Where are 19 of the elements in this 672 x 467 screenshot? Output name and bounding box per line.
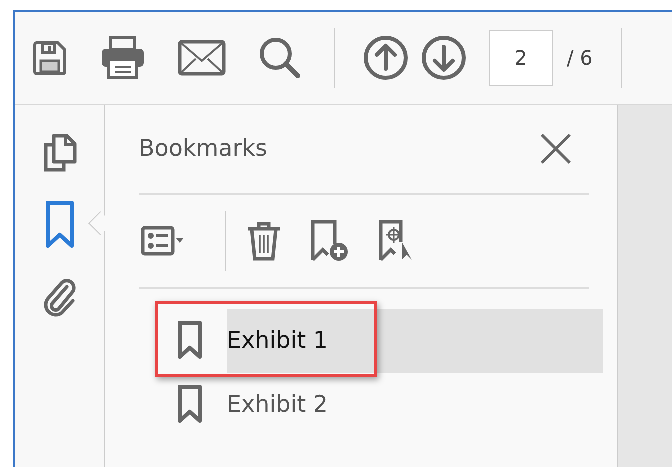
add-bookmark-icon[interactable] — [310, 220, 350, 262]
printer-icon[interactable] — [100, 36, 146, 80]
envelope-icon[interactable] — [178, 39, 226, 77]
trash-icon[interactable] — [246, 221, 282, 261]
close-icon[interactable] — [539, 132, 573, 166]
save-icon[interactable] — [32, 40, 68, 76]
pages-icon[interactable] — [42, 133, 78, 173]
search-icon[interactable] — [258, 36, 302, 80]
paperclip-icon[interactable] — [42, 277, 76, 317]
panel-title: Bookmarks — [139, 136, 268, 162]
previous-page-icon[interactable] — [363, 35, 409, 81]
page-number-field[interactable]: 2 — [489, 30, 553, 86]
bookmark-icon — [177, 321, 203, 361]
bookmark-item[interactable]: Exhibit 2 — [139, 373, 603, 437]
next-page-icon[interactable] — [421, 35, 467, 81]
page-count: / 6 — [567, 46, 593, 70]
bookmark-icon[interactable] — [44, 201, 74, 249]
bookmark-icon — [177, 385, 203, 425]
list-options-icon[interactable] — [141, 225, 185, 257]
